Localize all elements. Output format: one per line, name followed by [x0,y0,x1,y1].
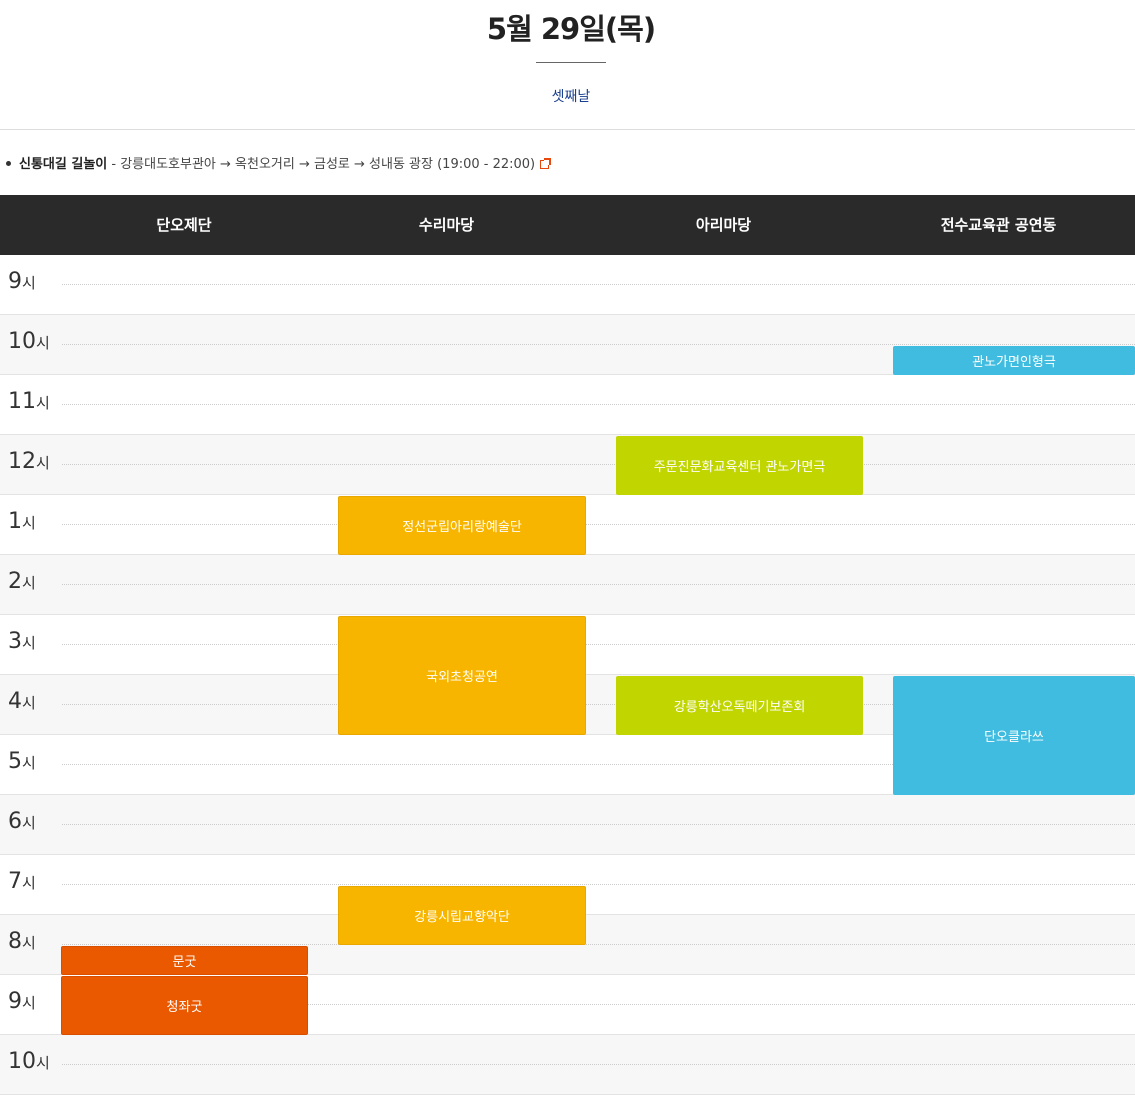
procession-route: - 강릉대도호부관아 → 옥천오거리 → 금성로 → 성내동 광장 (19:00… [107,157,536,172]
venue-header-ari: 아리마당 [695,216,752,234]
event-block[interactable]: 국외초청공연 [338,616,586,735]
hour-label: 11시 [8,389,50,414]
hour-guide [62,464,1135,465]
hour-guide [62,1064,1135,1065]
hour-guide [62,344,1135,345]
external-link-icon[interactable] [540,158,552,169]
hour-row: 6시 [0,795,1135,855]
event-block[interactable]: 청좌굿 [61,976,308,1035]
event-block[interactable]: 강릉학산오독떼기보존회 [616,676,863,735]
hour-label: 6시 [8,809,36,834]
hour-row: 2시 [0,555,1135,615]
event-block[interactable]: 단오클라쓰 [893,676,1135,795]
hour-row: 12시 [0,435,1135,495]
hour-label: 12시 [8,449,50,474]
hour-row: 11시 [0,375,1135,435]
hour-guide [62,584,1135,585]
hour-guide [62,944,1135,945]
title-divider [536,62,606,63]
hour-guide [62,524,1135,525]
time-column-header [0,195,60,255]
hour-guide [62,824,1135,825]
event-block[interactable]: 정선군립아리랑예술단 [338,496,586,555]
event-block[interactable]: 문굿 [61,946,308,975]
bullet-icon [6,161,11,166]
event-block[interactable]: 주문진문화교육센터 관노가면극 [616,436,863,495]
event-block[interactable]: 강릉시립교향악단 [338,886,586,945]
venue-header-suri: 수리마당 [418,216,475,234]
venue-header-danoje: 단오제단 [156,216,212,234]
hour-guide [62,284,1135,285]
hour-label: 3시 [8,629,36,654]
event-block[interactable]: 관노가면인형극 [893,346,1135,375]
hour-label: 2시 [8,569,36,594]
hour-label: 10시 [8,1049,50,1074]
hour-label: 9시 [8,269,36,294]
hour-row: 10시 [0,1035,1135,1095]
hour-label: 10시 [8,329,50,354]
section-divider [0,129,1135,130]
hour-guide [62,884,1135,885]
day-subtitle: 셋째날 [551,89,591,105]
hour-label: 9시 [8,989,36,1014]
venue-header: 단오제단 수리마당 아리마당 전수교육관 공연동 [0,195,1135,255]
procession-name: 신통대길 길놀이 [19,157,108,172]
hour-label: 7시 [8,869,36,894]
hour-guide [62,404,1135,405]
hour-label: 4시 [8,689,36,714]
hour-label: 5시 [8,749,36,774]
venue-header-jeonsu: 전수교육관 공연동 [940,216,1057,234]
hour-row: 9시 [0,255,1135,315]
page-title: 5월 29일(목) [486,12,656,46]
hour-guide [62,644,1135,645]
hour-label: 1시 [8,509,36,534]
hour-label: 8시 [8,929,36,954]
procession-note: 신통대길 길놀이 - 강릉대도호부관아 → 옥천오거리 → 금성로 → 성내동 … [6,153,552,172]
